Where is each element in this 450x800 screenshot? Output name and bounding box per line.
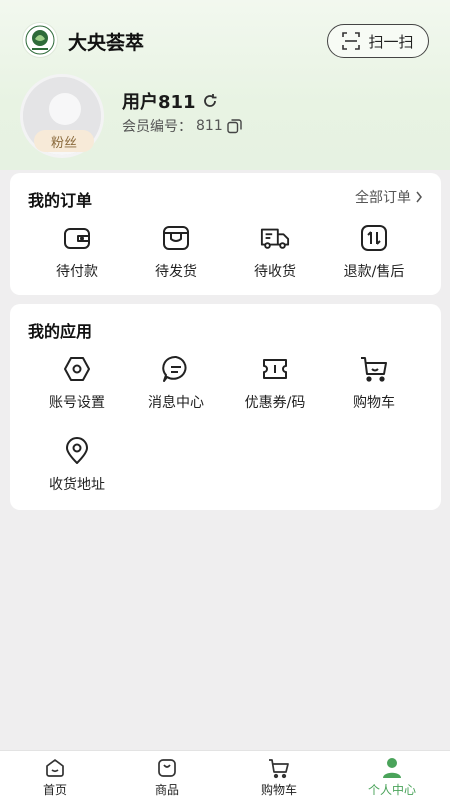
avatar[interactable]: 粉丝 <box>20 74 106 160</box>
nav-cart[interactable]: 购物车 <box>239 757 319 798</box>
member-number-label: 会员编号： <box>122 119 192 135</box>
refund-icon <box>359 223 389 253</box>
nav-profile[interactable]: 个人中心 <box>352 757 432 798</box>
apps-title: 我的应用 <box>28 322 93 341</box>
app-message-center[interactable]: 消息中心 <box>127 354 225 412</box>
app-shipping-address[interactable]: 收货地址 <box>28 436 126 494</box>
app-header: 大央荟萃 扫一扫 <box>0 0 450 80</box>
orders-card: 我的订单 全部订单 待付款 待发货 待收货 退款/售后 <box>10 173 441 295</box>
package-icon <box>161 223 191 253</box>
nav-profile-label: 个人中心 <box>367 783 416 797</box>
brand-logo-icon <box>22 22 58 58</box>
member-number: 会员编号： 811 <box>122 116 242 136</box>
member-number-value: 811 <box>196 118 223 134</box>
cart-icon <box>269 759 289 779</box>
order-pending-receipt[interactable]: 待收货 <box>226 223 324 281</box>
message-icon <box>161 354 191 384</box>
app-coupons[interactable]: 优惠券/码 <box>226 354 324 412</box>
app-shipping-address-label: 收货地址 <box>49 477 105 493</box>
nav-home[interactable]: 首页 <box>15 757 95 798</box>
scan-button[interactable]: 扫一扫 <box>327 24 429 58</box>
order-pending-shipment[interactable]: 待发货 <box>127 223 225 281</box>
wallet-icon <box>62 223 92 253</box>
order-pending-shipment-label: 待发货 <box>155 264 197 280</box>
app-cart[interactable]: 购物车 <box>325 354 423 412</box>
nav-home-label: 首页 <box>42 783 67 797</box>
member-level-badge: 粉丝 <box>34 130 94 152</box>
app-cart-label: 购物车 <box>353 395 395 411</box>
app-title: 大央荟萃 <box>68 32 145 54</box>
truck-icon <box>260 223 290 253</box>
order-pending-payment[interactable]: 待付款 <box>28 223 126 281</box>
order-pending-payment-label: 待付款 <box>56 264 98 280</box>
username-text: 用户811 <box>122 92 196 113</box>
cart-icon <box>359 354 389 384</box>
coupon-icon <box>260 354 290 384</box>
refresh-icon[interactable] <box>202 93 218 109</box>
app-coupons-label: 优惠券/码 <box>244 395 306 411</box>
app-message-center-label: 消息中心 <box>148 395 204 411</box>
location-icon <box>62 436 92 466</box>
apps-card: 我的应用 账号设置 消息中心 优惠券/码 购物车 收货地址 <box>10 304 441 510</box>
nav-products[interactable]: 商品 <box>127 757 207 798</box>
home-icon <box>46 759 64 777</box>
app-account-settings[interactable]: 账号设置 <box>28 354 126 412</box>
bag-icon <box>158 759 176 777</box>
settings-icon <box>62 354 92 384</box>
copy-icon[interactable] <box>227 118 242 134</box>
chevron-right-icon <box>416 191 422 203</box>
nav-cart-label: 购物车 <box>260 783 297 797</box>
all-orders-label: 全部订单 <box>355 190 411 206</box>
order-refund-aftersale-label: 退款/售后 <box>343 264 405 280</box>
scan-label: 扫一扫 <box>368 32 414 51</box>
username: 用户811 <box>122 88 218 114</box>
all-orders-link[interactable]: 全部订单 <box>355 187 423 207</box>
app-account-settings-label: 账号设置 <box>49 395 105 411</box>
nav-products-label: 商品 <box>154 783 179 797</box>
person-icon <box>383 758 401 778</box>
scan-icon <box>342 32 361 50</box>
orders-title: 我的订单 <box>28 191 93 210</box>
order-refund-aftersale[interactable]: 退款/售后 <box>325 223 423 281</box>
order-pending-receipt-label: 待收货 <box>254 264 296 280</box>
bottom-nav: 首页 商品 购物车 个人中心 <box>0 750 450 800</box>
